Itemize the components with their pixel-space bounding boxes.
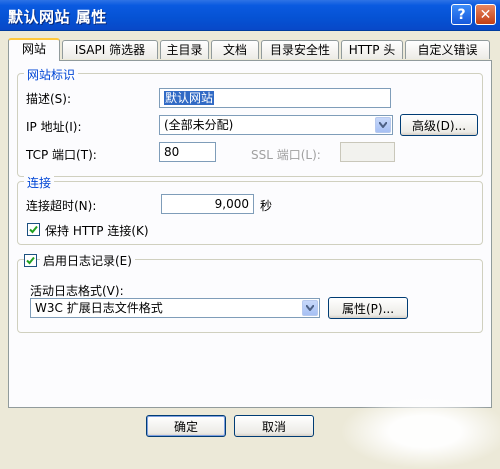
- tab-panel-website: 网站标识 描述(S): 默认网站 IP 地址(I): (全部未分配) 高级(D)…: [8, 60, 492, 408]
- logging-group: 启用日志记录(E) 活动日志格式(V): W3C 扩展日志文件格式 属性(P).…: [17, 252, 483, 333]
- checkmark-icon: [26, 256, 35, 265]
- connection-timeout-label: 连接超时(N):: [26, 199, 97, 213]
- enable-logging-label: 启用日志记录(E): [40, 252, 135, 269]
- description-input[interactable]: 默认网站: [159, 88, 391, 108]
- tab-directory-security[interactable]: 目录安全性: [261, 40, 339, 59]
- keep-alive-label: 保持 HTTP 连接(K): [45, 224, 149, 238]
- description-label: 描述(S):: [26, 92, 72, 106]
- chevron-down-icon[interactable]: [375, 117, 391, 133]
- log-format-select[interactable]: W3C 扩展日志文件格式: [30, 298, 320, 318]
- ssl-port-input[interactable]: [340, 142, 395, 162]
- ip-address-label: IP 地址(I):: [26, 120, 82, 134]
- tab-http-headers[interactable]: HTTP 头: [341, 40, 403, 59]
- log-format-value: W3C 扩展日志文件格式: [35, 301, 163, 315]
- tcp-port-input[interactable]: 80: [159, 142, 216, 162]
- description-value: 默认网站: [164, 91, 215, 105]
- tab-home-directory[interactable]: 主目录: [160, 40, 209, 59]
- log-format-label: 活动日志格式(V):: [30, 284, 124, 298]
- ssl-port-label: SSL 端口(L):: [251, 148, 321, 162]
- chevron-down-icon[interactable]: [302, 300, 318, 316]
- ip-address-value: (全部未分配): [164, 118, 234, 132]
- tab-isapi-filters[interactable]: ISAPI 筛选器: [62, 40, 158, 59]
- help-button[interactable]: ?: [451, 4, 472, 25]
- log-properties-button[interactable]: 属性(P)...: [328, 297, 408, 319]
- cancel-button[interactable]: 取消: [234, 415, 314, 437]
- enable-logging-checkbox[interactable]: [24, 254, 37, 267]
- site-id-group: 网站标识 描述(S): 默认网站 IP 地址(I): (全部未分配) 高级(D)…: [17, 66, 483, 177]
- tab-documents[interactable]: 文档: [211, 40, 259, 59]
- watermark-blob: [340, 394, 500, 469]
- window-title: 默认网站 属性: [8, 8, 107, 26]
- connection-group: 连接 连接超时(N): 9,000 秒 保持 HTTP 连接(K): [17, 174, 483, 245]
- tab-website[interactable]: 网站: [8, 38, 60, 61]
- advanced-button[interactable]: 高级(D)...: [400, 114, 478, 136]
- close-icon: ✕: [479, 6, 492, 23]
- connection-group-title: 连接: [24, 174, 55, 191]
- ip-address-select[interactable]: (全部未分配): [159, 115, 393, 135]
- site-id-group-title: 网站标识: [24, 66, 79, 83]
- tab-custom-errors[interactable]: 自定义错误: [405, 40, 490, 59]
- title-bar: 默认网站 属性 ? ✕: [0, 0, 500, 31]
- tab-strip: 网站 ISAPI 筛选器 主目录 文档 目录安全性 HTTP 头 自定义错误: [8, 38, 492, 61]
- tcp-port-label: TCP 端口(T):: [26, 148, 97, 162]
- close-button[interactable]: ✕: [475, 4, 496, 25]
- keep-alive-checkbox[interactable]: [27, 223, 40, 236]
- checkmark-icon: [29, 225, 38, 234]
- connection-timeout-unit: 秒: [260, 199, 273, 213]
- connection-timeout-input[interactable]: 9,000: [161, 194, 254, 214]
- ok-button[interactable]: 确定: [146, 415, 226, 437]
